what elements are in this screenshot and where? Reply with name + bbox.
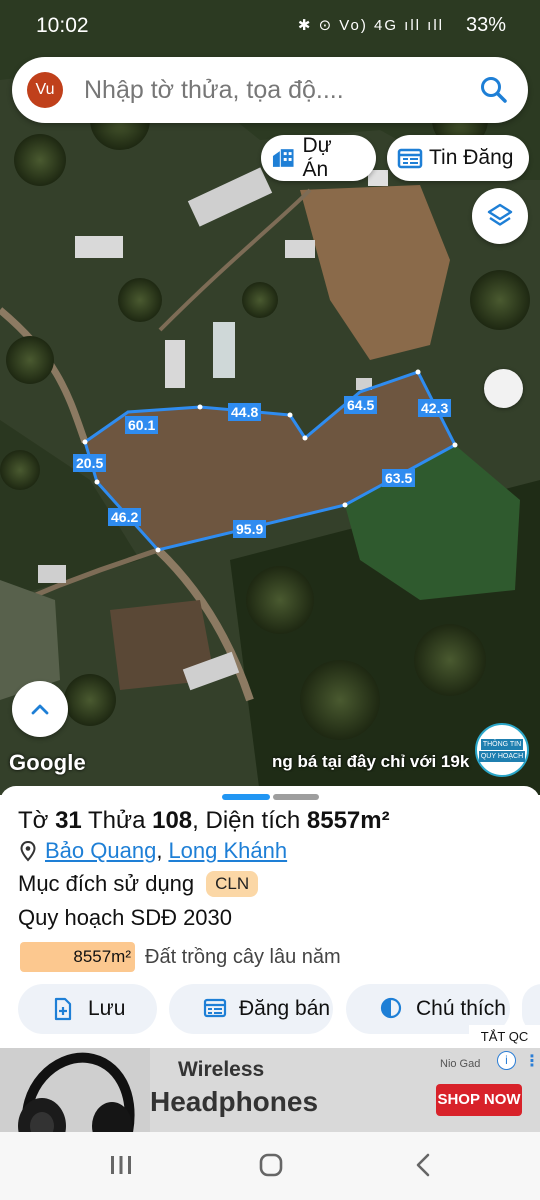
edge-label: 95.9	[233, 520, 267, 538]
ad-headline-1: Wireless	[178, 1058, 265, 1081]
save-button[interactable]: Lưu	[18, 984, 157, 1034]
land-use-row: Mục đích sử dụng CLN	[18, 871, 259, 897]
zoning-plan-row: 8557m² Đất trồng cây lâu năm	[20, 942, 341, 972]
ward-link[interactable]: Bảo Quang	[45, 838, 156, 864]
edge-label: 20.5	[73, 454, 107, 472]
headphones-image	[0, 1048, 150, 1132]
planning-logo-line1: THÔNG TIN	[480, 738, 524, 750]
user-avatar[interactable]: Vu	[27, 72, 63, 108]
zoning-land-type: Đất trồng cây lâu năm	[145, 945, 341, 968]
pager-indicator-active[interactable]	[222, 794, 270, 800]
listing-icon	[203, 998, 227, 1018]
parcel-title: Tờ 31 Thửa 108, Diện tích 8557m²	[18, 807, 390, 835]
land-use-badge: CLN	[206, 871, 259, 897]
post-label: Đăng bán	[239, 997, 331, 1020]
status-icons: ✱ ⊙ Vo) 4G ıll ıll	[297, 17, 444, 34]
search-icon[interactable]	[478, 74, 510, 106]
du-an-label: Dự Án	[302, 134, 332, 181]
du-an-chip[interactable]: Dự Án	[261, 134, 376, 181]
planning-logo-line2: QUY HOẠCH	[478, 750, 526, 762]
expand-sheet-button[interactable]	[12, 681, 68, 737]
status-bar: 10:02 ✱ ⊙ Vo) 4G ıll ıll 33%	[0, 0, 540, 52]
ad-marquee-text: ng bá tại đây chỉ với 19k	[272, 752, 470, 771]
ad-more-icon[interactable]: ⋮	[524, 1051, 540, 1071]
location-row: Bảo Quang , Long Khánh	[18, 838, 287, 864]
search-bar[interactable]: Vu Nhập tờ thửa, tọa độ....	[12, 57, 528, 123]
close-ad-button[interactable]: TẮT QC	[469, 1025, 540, 1048]
plot-number: 108	[152, 807, 193, 834]
zoning-area-bar: 8557m²	[20, 942, 135, 972]
ad-info-icon[interactable]: i	[497, 1051, 516, 1070]
add-file-icon	[54, 997, 72, 1021]
building-icon	[272, 149, 294, 167]
edge-label: 60.1	[125, 416, 159, 434]
edge-label: 44.8	[228, 403, 262, 421]
tin-dang-chip[interactable]: Tin Đăng	[387, 135, 529, 181]
plot-label: Thửa	[88, 807, 146, 834]
pager-indicator[interactable]	[273, 794, 319, 800]
chevron-up-icon	[31, 704, 49, 715]
map-view[interactable]: 60.1 44.8 64.5 42.3 63.5 95.9 46.2 20.5 …	[0, 0, 540, 795]
recent-apps-icon[interactable]	[109, 1154, 133, 1176]
battery-level: 33%	[465, 14, 506, 36]
home-icon[interactable]	[259, 1153, 283, 1177]
post-for-sale-button[interactable]: Đăng bán	[169, 984, 333, 1034]
location-marker[interactable]	[484, 369, 523, 408]
contrast-icon	[380, 997, 402, 1019]
edge-label: 63.5	[382, 469, 416, 487]
edge-label: 64.5	[344, 396, 378, 414]
shop-now-button[interactable]: SHOP NOW	[436, 1084, 522, 1116]
search-input[interactable]: Nhập tờ thửa, tọa độ....	[84, 76, 344, 105]
ad-brand: Nio Gad	[440, 1058, 481, 1070]
land-use-label: Mục đích sử dụng	[18, 871, 195, 896]
edge-label: 46.2	[108, 508, 142, 526]
listing-icon	[397, 148, 423, 169]
ad-banner[interactable]: Wireless Headphones Nio Gad i ⋮ SHOP NOW	[0, 1048, 540, 1132]
zoning-plan-title: Quy hoạch SDĐ 2030	[18, 905, 233, 930]
location-separator: ,	[156, 838, 163, 863]
layers-icon	[487, 203, 513, 226]
system-nav-bar	[0, 1132, 540, 1200]
clock: 10:02	[36, 14, 89, 37]
google-logo: Google	[9, 750, 86, 775]
edge-label: 42.3	[418, 399, 452, 417]
location-pin-icon	[20, 840, 36, 862]
ad-headline-2: Headphones	[150, 1086, 319, 1117]
city-link[interactable]: Long Khánh	[168, 838, 287, 864]
sheet-label: Tờ	[18, 807, 49, 834]
legend-label: Chú thích	[416, 997, 506, 1020]
back-icon[interactable]	[414, 1152, 432, 1178]
layers-button[interactable]	[472, 188, 528, 244]
sheet-number: 31	[55, 807, 82, 834]
area-label: , Diện tích	[192, 807, 301, 834]
tin-dang-label: Tin Đăng	[429, 146, 514, 169]
planning-info-logo[interactable]: THÔNG TIN QUY HOẠCH	[475, 723, 529, 777]
area-value: 8557m²	[306, 807, 390, 834]
save-label: Lưu	[88, 997, 126, 1020]
